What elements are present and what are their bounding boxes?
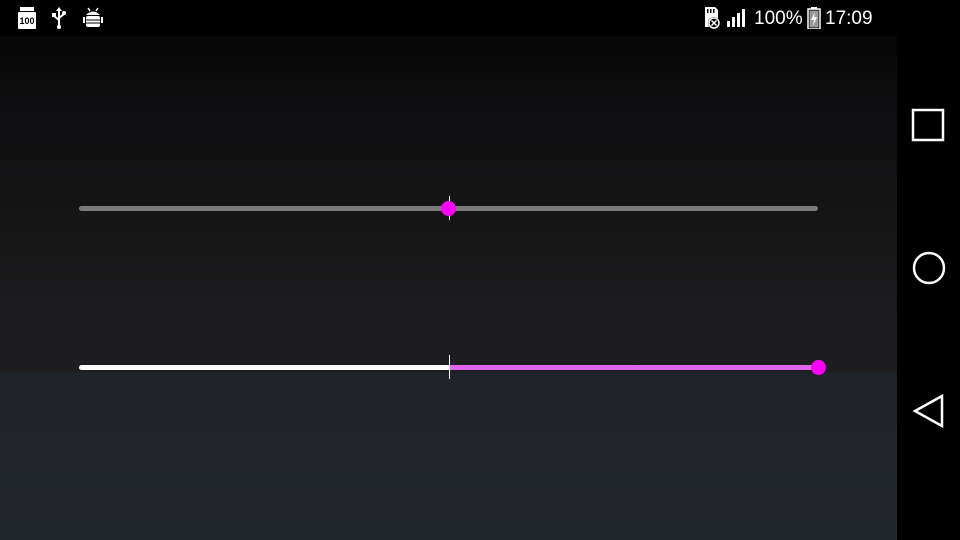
back-button[interactable] [897,381,960,445]
recents-button[interactable] [897,96,960,160]
bottom-slider-track-active[interactable] [448,365,818,370]
home-button[interactable] [897,238,960,302]
android-debug-icon [83,7,103,34]
screen: 100 100% 17:09 [0,0,960,540]
bottom-slider-center-tick [449,355,450,379]
back-icon [911,393,947,434]
battery-charging-icon [807,7,821,34]
status-bar-right: 100% 17:09 [701,5,886,31]
sd-card-error-icon [701,7,721,34]
usb-icon [52,7,66,34]
recents-icon [911,108,947,149]
storage-100-icon: 100 [17,7,37,34]
battery-percent: 100% [754,8,803,29]
status-bar: 100 100% 17:09 [0,0,897,36]
bottom-slider[interactable] [0,355,897,379]
bottom-slider-thumb[interactable] [810,360,826,375]
navigation-bar [897,0,960,540]
clock: 17:09 [825,8,873,29]
top-slider[interactable] [0,196,897,220]
home-icon [911,250,947,291]
top-slider-thumb[interactable] [441,201,456,216]
svg-text:100: 100 [19,16,34,26]
signal-icon [727,7,749,34]
content-area [0,36,897,540]
